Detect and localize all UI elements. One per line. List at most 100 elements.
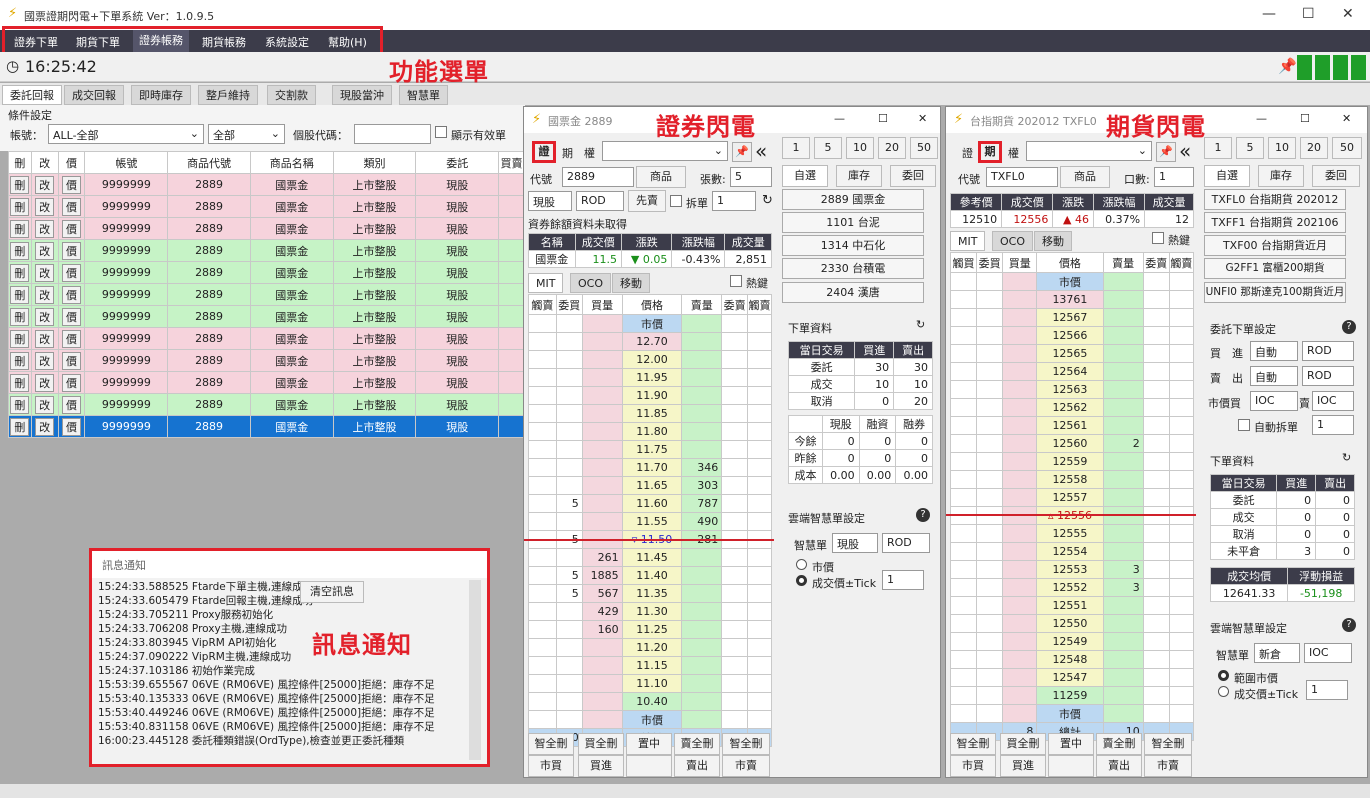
- fut-smart-cancel-all-sell[interactable]: 智全刪: [1144, 733, 1192, 755]
- ord-buy[interactable]: [976, 596, 1004, 615]
- stock-radio-market[interactable]: [796, 559, 807, 570]
- buy-vol[interactable]: [1002, 290, 1038, 309]
- ord-sell[interactable]: [721, 350, 749, 369]
- mod-button[interactable]: 改: [35, 285, 55, 304]
- stock-smart-cancel-all-sell[interactable]: 智全刪: [722, 733, 770, 755]
- sell-vol[interactable]: [681, 710, 723, 729]
- fut-mode-move[interactable]: 移動: [1034, 231, 1072, 251]
- ord-sell[interactable]: [1142, 542, 1170, 561]
- kind-option[interactable]: 權: [584, 145, 595, 161]
- buy-vol[interactable]: [581, 638, 623, 657]
- trig-sell[interactable]: [747, 332, 772, 351]
- sell-vol[interactable]: [1102, 416, 1144, 435]
- trig-buy[interactable]: [949, 308, 978, 327]
- trig-sell[interactable]: [1168, 488, 1195, 507]
- stock-code-input[interactable]: 2889: [562, 167, 634, 187]
- mod-button[interactable]: 改: [35, 263, 55, 282]
- sell-vol[interactable]: 3: [1102, 578, 1144, 597]
- ord-sell[interactable]: [1142, 614, 1170, 633]
- sell-vol[interactable]: [1102, 452, 1144, 471]
- fut-buy-cancel-all[interactable]: 買全刪: [1000, 733, 1046, 755]
- price-cell[interactable]: 12564: [1036, 362, 1104, 381]
- sell-vol[interactable]: [1102, 362, 1144, 381]
- sell-vol[interactable]: 787: [681, 494, 723, 513]
- trig-buy[interactable]: [949, 488, 978, 507]
- table-row[interactable]: 刪改價 9999999 2889 國票金 上市整股 現股: [8, 217, 525, 240]
- buy-vol[interactable]: [1002, 560, 1038, 579]
- price-cell[interactable]: 11.60: [621, 494, 683, 513]
- buy-vol[interactable]: 429: [581, 602, 623, 621]
- maximize-icon[interactable]: ☐: [1302, 6, 1315, 22]
- del-button[interactable]: 刪: [10, 417, 30, 436]
- tab-deal-report[interactable]: 成交回報: [64, 85, 124, 105]
- sell-vol[interactable]: [1102, 326, 1144, 345]
- sell-vol[interactable]: [681, 638, 723, 657]
- fut-tick-input[interactable]: 1: [1306, 680, 1348, 700]
- sell-vol[interactable]: [1102, 380, 1144, 399]
- fut-tab-reports[interactable]: 委回: [1312, 165, 1360, 187]
- buy-vol[interactable]: [581, 368, 623, 387]
- trig-sell[interactable]: [747, 476, 772, 495]
- mod-button[interactable]: 改: [35, 175, 55, 194]
- ord-sell[interactable]: [721, 548, 749, 567]
- fut-code-input[interactable]: TXFL0: [986, 167, 1058, 187]
- stock-smart-rod[interactable]: ROD: [882, 533, 930, 553]
- stock-hotkey-checkbox[interactable]: [730, 275, 742, 287]
- price-cell[interactable]: 11.25: [621, 620, 683, 639]
- ord-buy[interactable]: [976, 380, 1004, 399]
- trig-sell[interactable]: [747, 584, 772, 603]
- sell-vol[interactable]: [1102, 650, 1144, 669]
- sell-vol[interactable]: [1102, 632, 1144, 651]
- price-cell[interactable]: 12551: [1036, 596, 1104, 615]
- price-cell[interactable]: 11.20: [621, 638, 683, 657]
- ord-buy[interactable]: [555, 692, 583, 711]
- fut-market-buy[interactable]: 市買: [950, 755, 996, 777]
- buy-vol[interactable]: [581, 332, 623, 351]
- ord-buy[interactable]: [976, 290, 1004, 309]
- ord-buy[interactable]: [555, 332, 583, 351]
- price-cell[interactable]: 11.85: [621, 404, 683, 423]
- trig-buy[interactable]: [949, 470, 978, 489]
- trig-sell[interactable]: [747, 512, 772, 531]
- trig-buy[interactable]: [949, 416, 978, 435]
- trig-buy[interactable]: [528, 548, 557, 567]
- price-button[interactable]: 價: [62, 285, 82, 304]
- ord-sell[interactable]: [721, 404, 749, 423]
- ord-buy[interactable]: [976, 578, 1004, 597]
- trig-sell[interactable]: [1168, 596, 1195, 615]
- ord-buy[interactable]: [976, 344, 1004, 363]
- trig-sell[interactable]: [747, 404, 772, 423]
- pin-icon[interactable]: 📌: [1278, 57, 1297, 75]
- table-row[interactable]: 刪改價 9999999 2889 國票金 上市整股 現股: [8, 261, 525, 284]
- stock-qty-1[interactable]: 1: [782, 137, 810, 159]
- sell-vol[interactable]: [681, 422, 723, 441]
- tab-order-report[interactable]: 委託回報: [2, 85, 62, 105]
- buy-vol[interactable]: [1002, 488, 1038, 507]
- sell-first-button[interactable]: 先賣: [628, 190, 666, 212]
- buy-vol[interactable]: [1002, 704, 1038, 723]
- ord-buy[interactable]: [976, 398, 1004, 417]
- mod-button[interactable]: 改: [35, 395, 55, 414]
- fut-list-item[interactable]: TXF00 台指期貨近月: [1204, 235, 1346, 256]
- trig-buy[interactable]: [949, 524, 978, 543]
- trig-buy[interactable]: [528, 368, 557, 387]
- fut-max-icon[interactable]: ☐: [1300, 112, 1310, 125]
- stock-mode-oco[interactable]: OCO: [570, 273, 611, 293]
- price-cell[interactable]: 11.45: [621, 548, 683, 567]
- fut-tab-favorites[interactable]: 自選: [1204, 165, 1250, 187]
- ord-buy[interactable]: [555, 548, 583, 567]
- stock-help-icon[interactable]: ?: [916, 508, 930, 522]
- acct-select[interactable]: ALL-全部 ⌄: [48, 124, 204, 144]
- trig-buy[interactable]: [949, 290, 978, 309]
- trig-sell[interactable]: [1168, 686, 1195, 705]
- stock-list-item[interactable]: 1101 台泥: [782, 212, 924, 233]
- trig-sell[interactable]: [1168, 416, 1195, 435]
- price-button[interactable]: 價: [62, 417, 82, 436]
- fut-qty-1[interactable]: 1: [1204, 137, 1232, 159]
- ord-buy[interactable]: [976, 668, 1004, 687]
- ord-sell[interactable]: [1142, 290, 1170, 309]
- buy-vol[interactable]: [1002, 542, 1038, 561]
- buy-vol[interactable]: [1002, 380, 1038, 399]
- ord-buy[interactable]: [555, 314, 583, 333]
- ord-sell[interactable]: [1142, 398, 1170, 417]
